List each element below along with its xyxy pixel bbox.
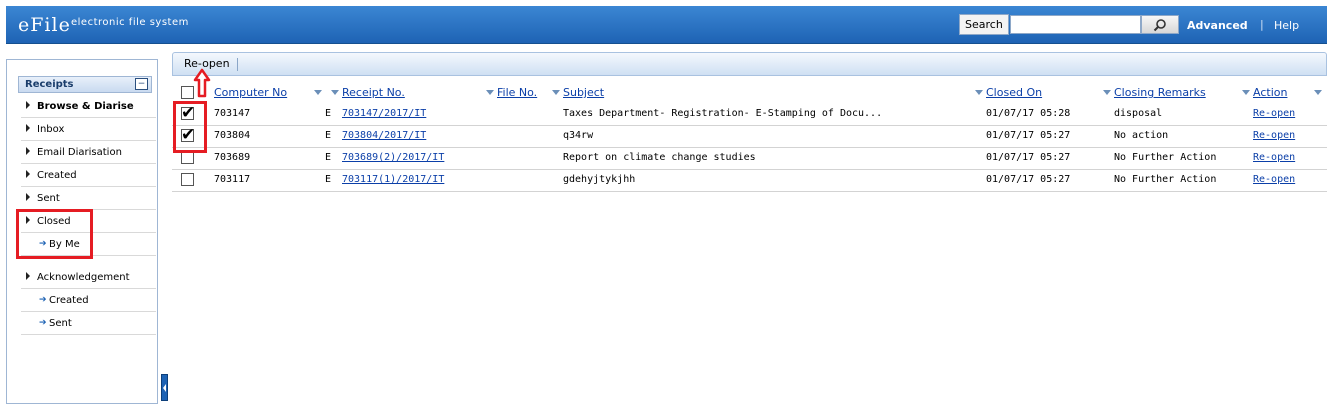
arrow-right-icon: ➔ xyxy=(39,295,47,305)
app-header: eFile electronic file system Search Adva… xyxy=(6,6,1327,44)
sidebar-item-inbox[interactable]: Inbox xyxy=(21,118,156,141)
app-logo: eFile xyxy=(18,14,71,36)
sidebar-item-browse-diarise[interactable]: Browse & Diarise xyxy=(21,95,156,118)
column-action[interactable]: Action xyxy=(1253,86,1287,99)
toolbar-separator xyxy=(237,58,238,71)
search-button[interactable] xyxy=(1140,15,1179,34)
column-file-no[interactable]: File No. xyxy=(497,86,537,99)
sidebar-item-ack-sent[interactable]: ➔ Sent xyxy=(21,312,156,335)
sort-arrow-icon[interactable] xyxy=(1103,90,1111,95)
column-closing-remarks[interactable]: Closing Remarks xyxy=(1114,86,1206,99)
sidebar-section-title: Receipts xyxy=(25,79,74,90)
column-computer-no[interactable]: Computer No xyxy=(214,86,287,99)
sort-arrow-icon[interactable] xyxy=(552,90,560,95)
sort-arrow-icon[interactable] xyxy=(486,90,494,95)
grid-header: Computer No Receipt No. File No. Subject… xyxy=(172,83,1327,103)
app-subtitle: electronic file system xyxy=(71,17,189,28)
receipt-link[interactable]: 703117(1)/2017/IT xyxy=(342,174,444,185)
search-icon xyxy=(1153,18,1166,31)
reopen-link[interactable]: Re-open xyxy=(1253,130,1295,141)
expand-arrow-icon xyxy=(26,147,30,155)
sidebar-section-header: Receipts − xyxy=(18,76,152,93)
column-subject[interactable]: Subject xyxy=(563,86,604,99)
expand-arrow-icon xyxy=(26,272,30,280)
expand-arrow-icon xyxy=(26,170,30,178)
collapse-icon[interactable]: − xyxy=(135,78,148,90)
expand-arrow-icon xyxy=(26,124,30,132)
search-input[interactable] xyxy=(1009,15,1141,34)
sidebar-item-acknowledgement[interactable]: Acknowledgement xyxy=(21,266,156,289)
arrow-right-icon: ➔ xyxy=(39,318,47,328)
reopen-link[interactable]: Re-open xyxy=(1253,108,1295,119)
advanced-search-link[interactable]: Advanced xyxy=(1187,19,1248,32)
sort-arrow-icon[interactable] xyxy=(314,90,322,95)
header-separator: | xyxy=(1260,18,1264,31)
sort-arrow-icon[interactable] xyxy=(975,90,983,95)
table-row[interactable]: 703147 E 703147/2017/IT Taxes Department… xyxy=(172,103,1327,126)
sidebar-splitter-handle[interactable] xyxy=(161,374,168,401)
column-closed-on[interactable]: Closed On xyxy=(986,86,1042,99)
row-checkbox[interactable] xyxy=(181,173,194,186)
receipt-link[interactable]: 703804/2017/IT xyxy=(342,130,426,141)
receipt-link[interactable]: 703689(2)/2017/IT xyxy=(342,152,444,163)
search-label: Search xyxy=(959,14,1009,35)
sort-arrow-icon[interactable] xyxy=(331,90,339,95)
table-row[interactable]: 703689 E 703689(2)/2017/IT Report on cli… xyxy=(172,148,1327,170)
receipt-link[interactable]: 703147/2017/IT xyxy=(342,108,426,119)
reopen-link[interactable]: Re-open xyxy=(1253,174,1295,185)
reopen-link[interactable]: Re-open xyxy=(1253,152,1295,163)
sidebar-item-sent[interactable]: Sent xyxy=(21,187,156,210)
expand-arrow-icon xyxy=(26,193,30,201)
sidebar-item-ack-created[interactable]: ➔ Created xyxy=(21,289,156,312)
sort-arrow-icon[interactable] xyxy=(1314,90,1322,95)
help-link[interactable]: Help xyxy=(1274,19,1299,32)
grid-toolbar: Re-open xyxy=(172,52,1327,76)
table-row[interactable]: 703117 E 703117(1)/2017/IT gdehyjtykjhh … xyxy=(172,170,1327,192)
highlight-checked-rows xyxy=(173,101,207,153)
select-all-checkbox[interactable] xyxy=(181,86,194,99)
expand-arrow-icon xyxy=(26,101,30,109)
highlight-closed-by-me xyxy=(16,209,93,259)
sidebar-item-email-diarisation[interactable]: Email Diarisation xyxy=(21,141,156,164)
sort-arrow-icon[interactable] xyxy=(1242,90,1250,95)
column-receipt-no[interactable]: Receipt No. xyxy=(342,86,405,99)
search-bar: Search xyxy=(959,14,1179,35)
table-row[interactable]: 703804 E 703804/2017/IT q34rw 01/07/17 0… xyxy=(172,125,1327,148)
sidebar-item-created[interactable]: Created xyxy=(21,164,156,187)
